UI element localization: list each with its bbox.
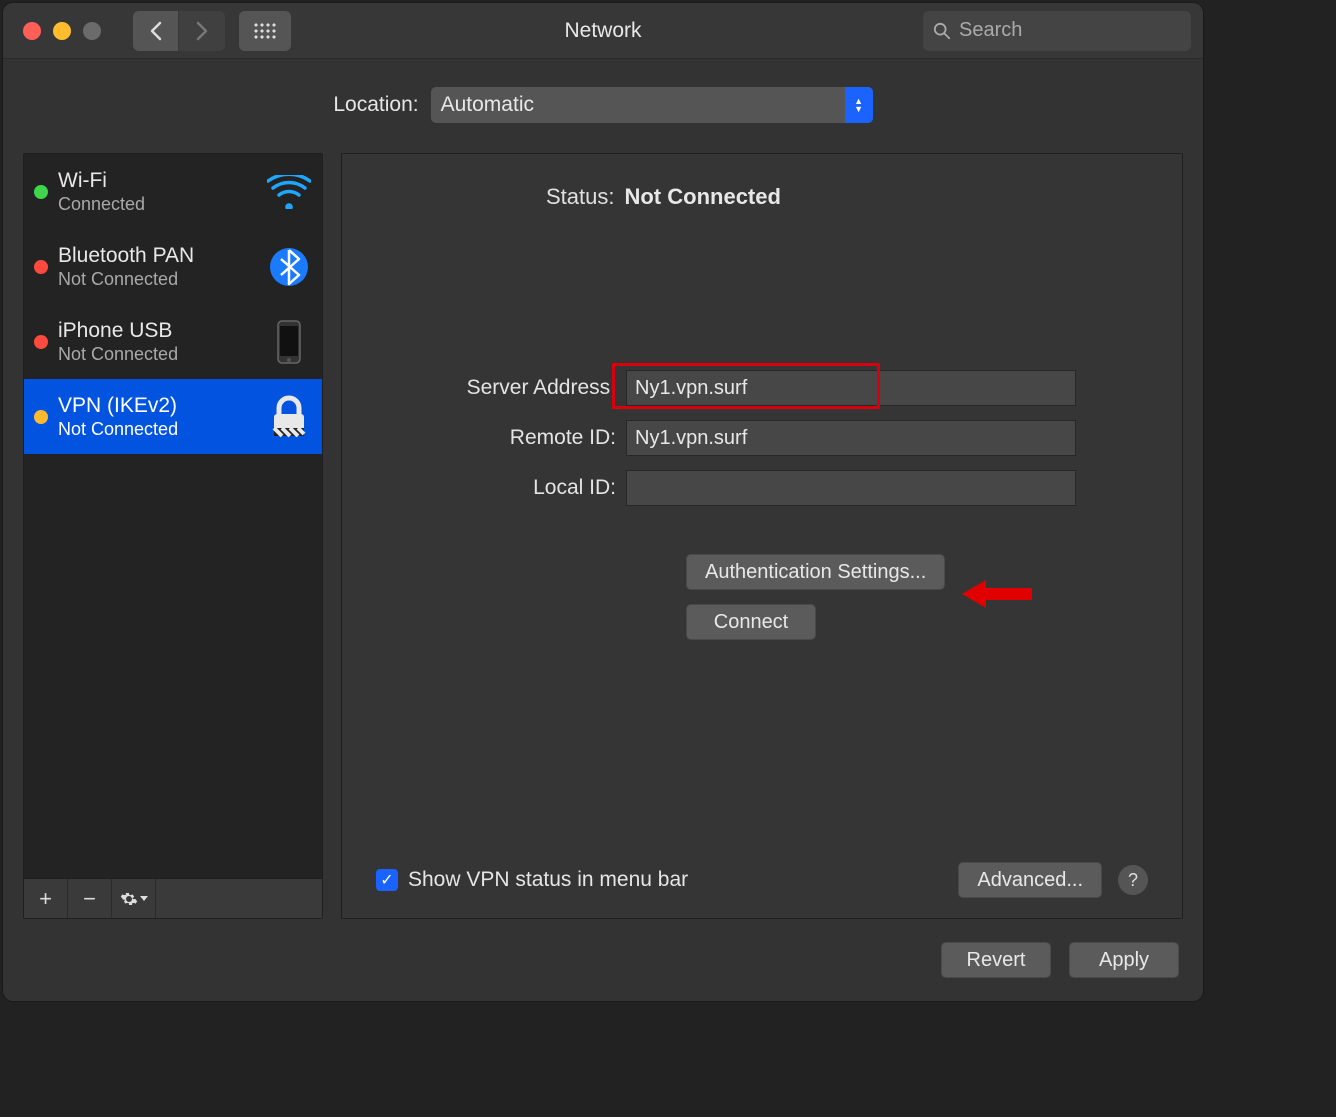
sidebar-item-title: iPhone USB [58,319,256,343]
phone-icon [266,319,312,365]
sidebar-item-title: Bluetooth PAN [58,244,256,268]
window-controls [23,22,101,40]
connect-button[interactable]: Connect [686,604,816,640]
sidebar-item-iphone-usb[interactable]: iPhone USB Not Connected [24,304,322,379]
local-id-row: Local ID: [376,470,1148,506]
sidebar-item-bluetooth[interactable]: Bluetooth PAN Not Connected [24,229,322,304]
select-arrows-icon: ▲▼ [845,87,873,123]
close-window-button[interactable] [23,22,41,40]
lock-icon [266,394,312,440]
sidebar-toolbar: + − [24,878,322,918]
status-value: Not Connected [624,184,780,210]
toolbar-filler [156,879,322,918]
status-row: Status: Not Connected [546,184,1148,210]
search-placeholder: Search [959,19,1022,42]
local-id-input[interactable] [626,470,1076,506]
auth-button-row: Authentication Settings... [686,554,1148,590]
detail-panel: Status: Not Connected Server Address: Re… [341,153,1183,919]
sidebar-item-status: Not Connected [58,418,256,440]
sidebar-item-status: Not Connected [58,268,256,290]
sidebar-item-status: Connected [58,193,256,215]
show-menubar-label: Show VPN status in menu bar [408,868,688,892]
status-label: Status: [546,184,614,210]
status-dot-icon [34,260,48,274]
bluetooth-icon [266,244,312,290]
remote-id-row: Remote ID: [376,420,1148,456]
apply-button[interactable]: Apply [1069,942,1179,978]
fullscreen-window-button [83,22,101,40]
grid-icon [253,22,277,40]
location-select[interactable]: Automatic ▲▼ [431,87,873,123]
chevron-down-icon [140,896,148,902]
status-dot-icon [34,410,48,424]
remote-id-label: Remote ID: [376,426,616,450]
location-value: Automatic [441,93,534,117]
connect-button-row: Connect [686,604,1148,640]
search-icon [933,22,951,40]
chevron-right-icon [195,21,209,41]
footer: Revert Apply [3,919,1203,1001]
nav-buttons [133,11,225,51]
minimize-window-button[interactable] [53,22,71,40]
gear-icon [120,890,138,908]
server-address-row: Server Address: [376,370,1148,406]
sidebar-item-title: Wi-Fi [58,169,256,193]
forward-button [179,11,225,51]
local-id-label: Local ID: [376,476,616,500]
interface-list: Wi-Fi Connected Bluetooth PAN Not Connec… [24,154,322,878]
location-row: Location: Automatic ▲▼ [3,59,1203,133]
status-dot-icon [34,335,48,349]
titlebar: Network Search [3,3,1203,59]
location-label: Location: [333,93,418,117]
show-all-prefs-button[interactable] [239,11,291,51]
system-prefs-network-window: Network Search Location: Automatic ▲▼ Wi… [3,3,1203,1001]
wifi-icon [266,169,312,215]
add-interface-button[interactable]: + [24,879,68,918]
auth-settings-button[interactable]: Authentication Settings... [686,554,945,590]
sidebar-item-title: VPN (IKEv2) [58,394,256,418]
arrow-annotation-icon [962,578,1032,610]
sidebar-item-wifi[interactable]: Wi-Fi Connected [24,154,322,229]
advanced-button[interactable]: Advanced... [958,862,1102,898]
help-button[interactable]: ? [1118,865,1148,895]
interface-actions-button[interactable] [112,879,156,918]
panel-bottom-row: ✓ Show VPN status in menu bar Advanced..… [376,842,1148,898]
body: Wi-Fi Connected Bluetooth PAN Not Connec… [3,133,1203,919]
server-address-input[interactable] [626,370,1076,406]
chevron-left-icon [149,21,163,41]
status-dot-icon [34,185,48,199]
show-menubar-checkbox[interactable]: ✓ [376,869,398,891]
remote-id-input[interactable] [626,420,1076,456]
remove-interface-button[interactable]: − [68,879,112,918]
interface-sidebar: Wi-Fi Connected Bluetooth PAN Not Connec… [23,153,323,919]
sidebar-item-status: Not Connected [58,343,256,365]
sidebar-item-vpn[interactable]: VPN (IKEv2) Not Connected [24,379,322,454]
server-address-label: Server Address: [376,376,616,400]
search-field[interactable]: Search [923,11,1191,51]
back-button[interactable] [133,11,179,51]
revert-button[interactable]: Revert [941,942,1051,978]
vpn-form: Server Address: Remote ID: Local ID: [376,370,1148,506]
